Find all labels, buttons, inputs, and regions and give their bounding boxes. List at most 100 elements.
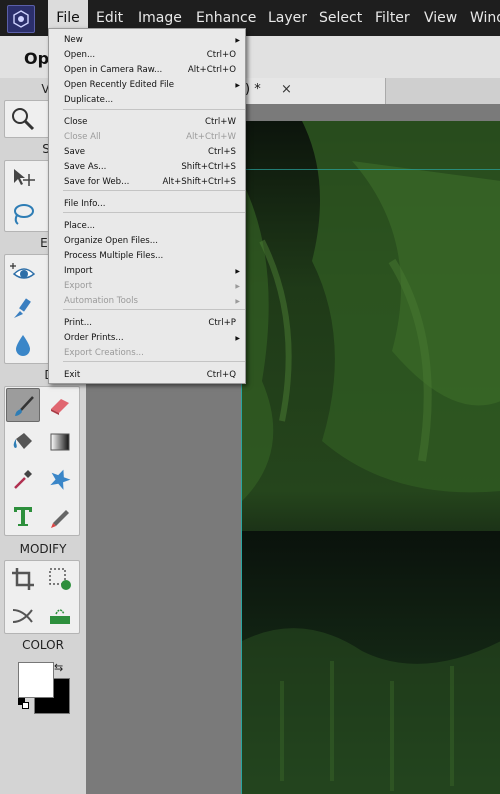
menu-item-place[interactable]: Place... bbox=[49, 219, 245, 234]
menu-item-open-in-camera-raw[interactable]: Open in Camera Raw... Alt+Ctrl+O bbox=[49, 63, 245, 78]
menu-layer[interactable]: Layer bbox=[268, 0, 307, 36]
menu-separator bbox=[63, 190, 245, 191]
menu-item-duplicate[interactable]: Duplicate... bbox=[49, 93, 245, 108]
canvas-guide-line bbox=[241, 169, 500, 170]
zoom-tool[interactable] bbox=[6, 102, 40, 136]
submenu-arrow-icon: ▶ bbox=[235, 37, 240, 44]
menu-item-file-info[interactable]: File Info... bbox=[49, 197, 245, 212]
menu-item-shortcut: Alt+Ctrl+O bbox=[187, 65, 236, 75]
menu-item-close[interactable]: Close Ctrl+W bbox=[49, 115, 245, 130]
straighten-icon bbox=[12, 609, 33, 623]
brush-tool[interactable] bbox=[6, 388, 40, 422]
menu-item-process-multiple-files[interactable]: Process Multiple Files... bbox=[49, 249, 245, 264]
content-move-tool[interactable] bbox=[43, 598, 77, 632]
document-image[interactable] bbox=[241, 121, 500, 794]
crop-icon bbox=[12, 568, 34, 590]
menu-item-shortcut: Ctrl+P bbox=[208, 318, 236, 328]
swap-colors-icon[interactable]: ⇆ bbox=[54, 661, 63, 674]
menu-item-label: Automation Tools bbox=[64, 296, 138, 306]
menu-item-label: Open... bbox=[64, 50, 96, 60]
brush-icon bbox=[15, 396, 34, 416]
move-icon bbox=[14, 169, 35, 186]
crop-tool[interactable] bbox=[6, 562, 40, 596]
pencil-tool[interactable] bbox=[43, 499, 77, 533]
menu-item-automation-tools: Automation Tools ▶ bbox=[49, 294, 245, 309]
menu-item-label: New bbox=[64, 35, 83, 45]
menu-item-label: Save for Web... bbox=[64, 177, 130, 187]
menu-item-label: Close All bbox=[64, 132, 101, 142]
section-color-label: COLOR bbox=[22, 638, 64, 652]
close-tab-icon[interactable]: × bbox=[281, 82, 292, 97]
menu-item-shortcut: Ctrl+S bbox=[208, 147, 236, 157]
lasso-icon bbox=[14, 204, 34, 225]
custom-shape-tool[interactable] bbox=[43, 462, 77, 496]
custom-shape-icon bbox=[50, 469, 71, 490]
menu-item-open-recently-edited-file[interactable]: Open Recently Edited File ▶ bbox=[49, 78, 245, 93]
menu-item-label: Export Creations... bbox=[64, 348, 144, 358]
menu-separator bbox=[63, 212, 245, 213]
menu-item-label: Close bbox=[64, 117, 88, 127]
mode-label[interactable]: Op bbox=[24, 49, 49, 68]
eyedropper-tool[interactable] bbox=[6, 462, 40, 496]
menu-separator bbox=[63, 361, 245, 362]
blur-tool[interactable] bbox=[6, 328, 40, 362]
gradient-tool[interactable] bbox=[43, 425, 77, 459]
paint-bucket-tool[interactable] bbox=[6, 425, 40, 459]
menu-item-label: Open Recently Edited File bbox=[64, 80, 175, 90]
eyedropper-icon bbox=[14, 470, 32, 489]
menu-item-label: Order Prints... bbox=[64, 333, 124, 343]
straighten-tool[interactable] bbox=[6, 598, 40, 632]
menu-item-organize-open-files[interactable]: Organize Open Files... bbox=[49, 234, 245, 249]
menu-separator bbox=[63, 109, 245, 110]
healing-brush-icon bbox=[14, 298, 31, 318]
type-tool[interactable] bbox=[6, 499, 40, 533]
document-tab[interactable]: ) * × bbox=[236, 78, 386, 104]
blur-drop-icon bbox=[16, 335, 30, 356]
menu-filter[interactable]: Filter bbox=[375, 0, 410, 36]
move-tool[interactable] bbox=[6, 162, 40, 196]
menu-item-shortcut: Alt+Ctrl+W bbox=[186, 132, 236, 142]
file-menu-dropdown: New ▶ Open... Ctrl+O Open in Camera Raw... Al… bbox=[48, 28, 246, 384]
foreground-color-swatch[interactable] bbox=[18, 662, 54, 698]
draw-tool-group bbox=[4, 386, 80, 536]
submenu-arrow-icon: ▶ bbox=[235, 268, 240, 275]
pencil-icon bbox=[51, 510, 69, 528]
menu-item-open[interactable]: Open... Ctrl+O bbox=[49, 48, 245, 63]
menu-item-label: Save As... bbox=[64, 162, 107, 172]
menu-item-shortcut: Shift+Ctrl+S bbox=[181, 162, 236, 172]
menu-item-new[interactable]: New ▶ bbox=[49, 33, 245, 48]
menu-item-label: Place... bbox=[64, 221, 96, 231]
menu-view[interactable]: View bbox=[424, 0, 457, 36]
recompose-tool[interactable] bbox=[43, 562, 77, 596]
gradient-icon bbox=[50, 433, 70, 451]
menu-window[interactable]: Wind bbox=[470, 0, 500, 36]
paint-bucket-icon bbox=[13, 433, 32, 449]
menu-item-label: Exit bbox=[64, 370, 81, 380]
submenu-arrow-icon: ▶ bbox=[235, 298, 240, 305]
menu-item-export: Export ▶ bbox=[49, 279, 245, 294]
menu-item-shortcut: Alt+Shift+Ctrl+S bbox=[162, 177, 236, 187]
lasso-tool[interactable] bbox=[6, 197, 40, 231]
eraser-tool[interactable] bbox=[43, 388, 77, 422]
menu-item-label: Export bbox=[64, 281, 93, 291]
document-tab-title: ) * bbox=[245, 82, 261, 97]
eraser-icon bbox=[51, 399, 69, 415]
menu-item-label: Import bbox=[64, 266, 93, 276]
menu-item-order-prints[interactable]: Order Prints... ▶ bbox=[49, 331, 245, 346]
menu-item-label: Save bbox=[64, 147, 86, 157]
menu-item-save[interactable]: Save Ctrl+S bbox=[49, 145, 245, 160]
recompose-icon bbox=[49, 568, 71, 590]
menu-item-import[interactable]: Import ▶ bbox=[49, 264, 245, 279]
menu-item-print[interactable]: Print... Ctrl+P bbox=[49, 316, 245, 331]
menu-item-save-as[interactable]: Save As... Shift+Ctrl+S bbox=[49, 160, 245, 175]
menu-select[interactable]: Select bbox=[319, 0, 362, 36]
menu-item-shortcut: Ctrl+O bbox=[206, 50, 236, 60]
menu-item-exit[interactable]: Exit Ctrl+Q bbox=[49, 368, 245, 383]
menu-item-save-for-web[interactable]: Save for Web... Alt+Shift+Ctrl+S bbox=[49, 175, 245, 190]
content-move-icon bbox=[50, 609, 70, 624]
healing-brush-tool[interactable] bbox=[6, 292, 40, 326]
red-eye-tool[interactable] bbox=[6, 256, 40, 290]
type-icon bbox=[14, 507, 32, 526]
default-colors-icon[interactable] bbox=[18, 698, 30, 710]
submenu-arrow-icon: ▶ bbox=[235, 335, 240, 342]
